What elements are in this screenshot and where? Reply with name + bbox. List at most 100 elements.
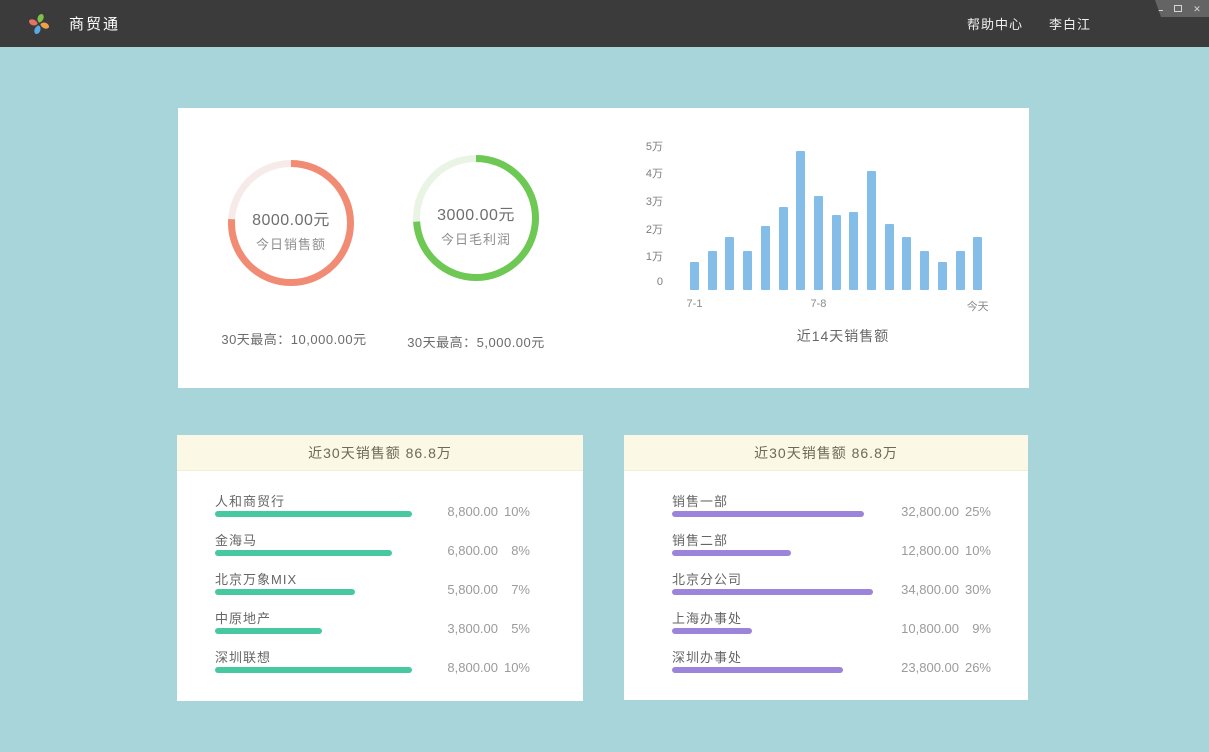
- rank-row-values: 8,800.0010%: [420, 660, 530, 675]
- today-profit-label: 今日毛利润: [411, 229, 541, 248]
- help-center-link[interactable]: 帮助中心: [967, 14, 1023, 33]
- department-rank-title: 近30天销售额 86.8万: [624, 435, 1028, 471]
- daily-bar-7-15: [938, 262, 947, 290]
- app-logo-pinwheel-icon: [25, 10, 53, 38]
- customer-rank-title: 近30天销售额 86.8万: [177, 435, 583, 471]
- rank-row-销售一部: 销售一部 32,800.0025%: [624, 491, 1028, 530]
- today-sales-value: 8000.00元: [226, 206, 356, 230]
- daily-sales-chart-title: 近14天销售额: [743, 326, 943, 346]
- rank-row-amount: 6,800.00: [420, 543, 498, 558]
- rank-row-深圳联想: 深圳联想 8,800.0010%: [177, 647, 583, 686]
- daily-bar-7-14: [920, 251, 929, 290]
- rank-row-percent: 30%: [959, 582, 991, 597]
- daily-bar-7-8: [814, 196, 823, 290]
- rank-row-percent: 5%: [498, 621, 530, 636]
- titlebar: 商贸通 帮助中心 李白江 ✕: [0, 0, 1209, 47]
- rank-row-bar: [672, 511, 864, 517]
- rank-row-label: 人和商贸行: [215, 491, 285, 510]
- daily-bar-7-7: [796, 151, 805, 290]
- rank-row-percent: 25%: [959, 504, 991, 519]
- rank-row-北京分公司: 北京分公司 34,800.0030%: [624, 569, 1028, 608]
- rank-row-amount: 8,800.00: [420, 504, 498, 519]
- maximize-icon[interactable]: [1173, 4, 1183, 14]
- department-rank-body: 销售一部 32,800.0025% 销售二部12,800.0010%北京分公司 34,…: [624, 471, 1028, 700]
- daily-bar-今天: [973, 237, 982, 290]
- x-label-7-1: 7-1: [687, 298, 703, 310]
- rank-row-北京万象MIX: 北京万象MIX 5,800.007%: [177, 569, 583, 608]
- rank-row-label: 北京万象MIX: [215, 569, 297, 588]
- today-sales-label: 今日销售额: [226, 234, 356, 253]
- rank-row-bar: [672, 589, 873, 595]
- rank-row-bar: [215, 667, 412, 673]
- rank-row-amount: 23,800.00: [881, 660, 959, 675]
- rank-row-label: 深圳办事处: [672, 647, 742, 666]
- today-profit-value: 3000.00元: [411, 201, 541, 225]
- rank-row-values: 12,800.0010%: [881, 543, 991, 558]
- app-title: 商贸通: [69, 13, 120, 34]
- daily-bar-7-5: [761, 226, 770, 290]
- rank-row-中原地产: 中原地产 3,800.005%: [177, 608, 583, 647]
- daily-bar-7-9: [832, 215, 841, 290]
- y-tick-4万: 4万: [613, 165, 663, 181]
- rank-row-bar: [215, 589, 355, 595]
- rank-row-values: 34,800.0030%: [881, 582, 991, 597]
- daily-bar-7-2: [708, 251, 717, 290]
- x-label-7-8: 7-8: [810, 298, 826, 310]
- rank-row-amount: 34,800.00: [881, 582, 959, 597]
- rank-row-label: 深圳联想: [215, 647, 271, 666]
- rank-row-bar: [672, 628, 752, 634]
- rank-row-label: 北京分公司: [672, 569, 742, 588]
- rank-row-label: 上海办事处: [672, 608, 742, 627]
- y-tick-0: 0: [613, 276, 663, 288]
- rank-row-amount: 8,800.00: [420, 660, 498, 675]
- today-sales-donut: 8000.00元 今日销售额: [226, 158, 356, 288]
- username-menu[interactable]: 李白江: [1049, 14, 1091, 33]
- rank-row-percent: 8%: [498, 543, 530, 558]
- rank-row-percent: 26%: [959, 660, 991, 675]
- daily-bar-7-16: [956, 251, 965, 290]
- rank-row-销售二部: 销售二部12,800.0010%: [624, 530, 1028, 569]
- y-tick-2万: 2万: [613, 221, 663, 237]
- rank-row-label: 金海马: [215, 530, 257, 549]
- rank-row-label: 中原地产: [215, 608, 271, 627]
- minimize-icon[interactable]: [1154, 4, 1164, 14]
- close-icon[interactable]: ✕: [1192, 4, 1202, 14]
- overview-card: 8000.00元 今日销售额 30天最高：10,000.00元 3000.00元…: [178, 108, 1029, 388]
- rank-row-bar: [215, 511, 412, 517]
- rank-row-金海马: 金海马 6,800.008%: [177, 530, 583, 569]
- y-tick-1万: 1万: [613, 248, 663, 264]
- today-profit-donut: 3000.00元 今日毛利润: [411, 153, 541, 283]
- rank-row-values: 10,800.009%: [881, 621, 991, 636]
- y-tick-3万: 3万: [613, 193, 663, 209]
- rank-row-percent: 10%: [498, 660, 530, 675]
- rank-row-values: 23,800.0026%: [881, 660, 991, 675]
- rank-row-bar: [672, 550, 791, 556]
- y-tick-5万: 5万: [613, 138, 663, 154]
- daily-bar-7-4: [743, 251, 752, 290]
- rank-row-深圳办事处: 深圳办事处 23,800.0026%: [624, 647, 1028, 686]
- rank-row-bar: [215, 550, 392, 556]
- daily-bar-7-6: [779, 207, 788, 290]
- rank-row-上海办事处: 上海办事处 10,800.009%: [624, 608, 1028, 647]
- rank-row-percent: 7%: [498, 582, 530, 597]
- x-label-今天: 今天: [967, 298, 989, 314]
- rank-row-amount: 32,800.00: [881, 504, 959, 519]
- customer-rank-body: 人和商贸行8,800.0010%金海马6,800.008%北京万象MIX5,80…: [177, 471, 583, 701]
- daily-bar-7-10: [849, 212, 858, 290]
- rank-row-percent: 10%: [498, 504, 530, 519]
- rank-row-bar: [215, 628, 322, 634]
- today-profit-30day-max: 30天最高：5,000.00元: [326, 332, 626, 351]
- daily-bar-7-13: [902, 237, 911, 290]
- department-sales-rank-card: 近30天销售额 86.8万 销售一部 32,800.0025% 销售二部12,800…: [624, 435, 1028, 700]
- rank-row-label: 销售一部: [672, 491, 728, 510]
- daily-bar-7-12: [885, 224, 894, 290]
- daily-bar-7-1: [690, 262, 699, 290]
- rank-row-amount: 12,800.00: [881, 543, 959, 558]
- rank-row-values: 5,800.007%: [420, 582, 530, 597]
- rank-row-percent: 10%: [959, 543, 991, 558]
- customer-sales-rank-card: 近30天销售额 86.8万 人和商贸行8,800.0010%金海马6,800.0…: [177, 435, 583, 701]
- rank-row-bar: [672, 667, 843, 673]
- rank-row-amount: 3,800.00: [420, 621, 498, 636]
- rank-row-values: 6,800.008%: [420, 543, 530, 558]
- rank-row-amount: 5,800.00: [420, 582, 498, 597]
